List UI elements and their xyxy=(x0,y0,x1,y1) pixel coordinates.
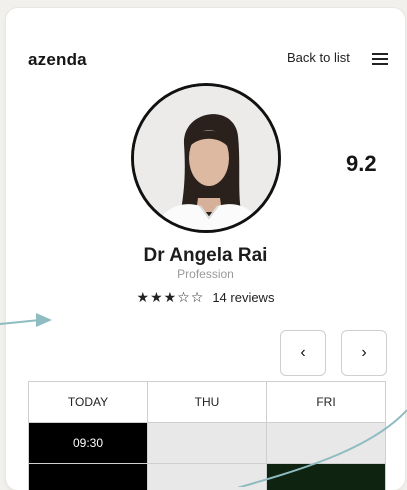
reviews-count[interactable]: 14 reviews xyxy=(212,290,274,305)
time-slot[interactable] xyxy=(28,463,148,490)
calendar-row: 09:30 xyxy=(28,422,390,464)
chevron-left-icon: ‹ xyxy=(300,344,306,361)
column-header-fri: FRI xyxy=(266,381,386,423)
back-to-list-link[interactable]: Back to list xyxy=(287,50,350,65)
rating-score: 9.2 xyxy=(346,151,377,176)
calendar-row xyxy=(28,463,390,490)
time-slot[interactable] xyxy=(147,463,267,490)
column-header-today: TODAY xyxy=(28,381,148,423)
hamburger-menu-icon[interactable] xyxy=(372,53,388,65)
portrait-image xyxy=(134,86,278,230)
chevron-right-icon: › xyxy=(361,344,367,361)
time-slot[interactable]: 09:30 xyxy=(28,422,148,464)
previous-week-button[interactable]: ‹ xyxy=(280,330,326,376)
time-slot[interactable] xyxy=(266,463,386,490)
time-slot[interactable] xyxy=(147,422,267,464)
profile-card: azenda Back to list 9.2 Dr Angela Rai Pr… xyxy=(6,8,405,490)
time-slot[interactable] xyxy=(266,422,386,464)
star-rating: ★★★☆☆ 14 reviews xyxy=(6,289,405,306)
next-week-button[interactable]: › xyxy=(341,330,387,376)
app-logo[interactable]: azenda xyxy=(28,50,87,70)
rating-stars: ★★★☆☆ xyxy=(136,289,205,305)
column-header-thu: THU xyxy=(147,381,267,423)
doctor-profession: Profession xyxy=(177,267,234,281)
availability-calendar: TODAY THU FRI 09:30 xyxy=(28,381,390,490)
doctor-name: Dr Angela Rai xyxy=(143,245,268,266)
doctor-avatar xyxy=(131,83,281,233)
calendar-header-row: TODAY THU FRI xyxy=(28,381,390,423)
